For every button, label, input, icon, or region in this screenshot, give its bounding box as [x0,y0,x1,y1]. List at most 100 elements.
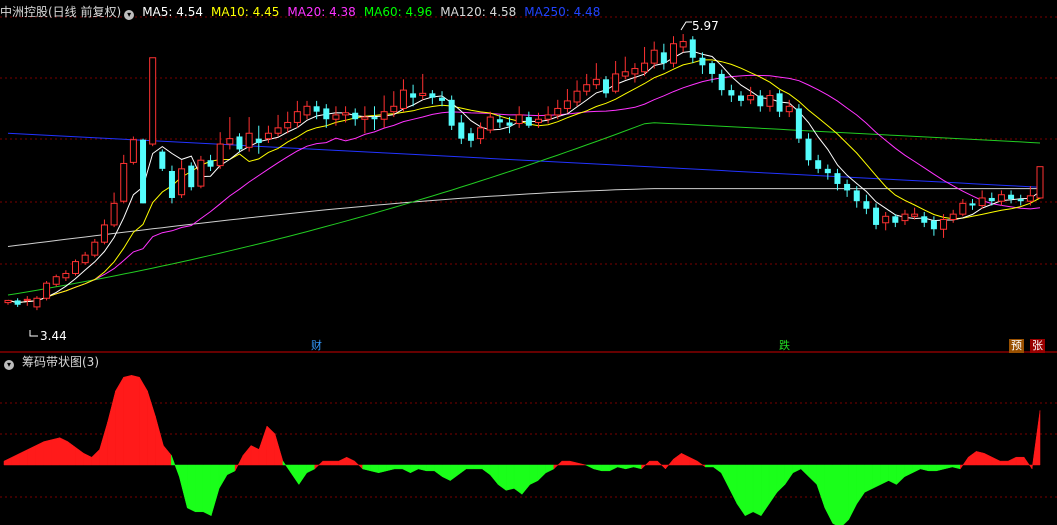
candle-body [873,207,880,225]
chip-band-segment [792,464,802,474]
chip-band-segment [569,460,579,466]
chip-band-segment [155,416,164,466]
chip-band-segment [27,445,37,466]
chip-band-segment [824,464,834,524]
candle-body [583,84,591,92]
chip-band-segment [928,464,937,472]
chip-band-segment [848,464,857,520]
chip-band-segment [67,441,76,466]
event-tag-drop[interactable]: 跌 [777,339,792,353]
candle-body [930,220,937,230]
candle-body [978,197,986,207]
candle-body [949,213,957,221]
chip-band-segment [131,374,140,466]
chip-band-segment [290,464,300,486]
chip-band-segment [354,460,363,470]
candle-body [544,114,552,120]
candle-body [62,272,70,279]
chip-band-segment [577,462,586,466]
candle-body [959,202,967,215]
chip-band-segment [649,460,658,466]
candle-body [352,112,359,120]
candle-body [795,108,802,139]
candle-body [188,165,195,188]
chip-band-segment [800,464,810,478]
candle-body [410,93,417,98]
candle-body [892,216,899,223]
chip-band-segment [912,464,921,474]
ma120-value: MA120: 4.58 [440,5,517,19]
candle-body [91,241,99,256]
event-tag-earnings[interactable]: 财 [309,339,324,353]
candle-body [699,57,706,66]
candle-body [458,122,465,139]
chip-band-segment [537,464,547,482]
chip-band-segment [386,464,395,472]
chip-band-segment [768,464,778,505]
high-price-label: 5.97 [692,19,719,33]
candle-body [554,107,562,116]
chip-band-segment [983,452,993,466]
candle-body [921,216,928,223]
chip-band-segment [991,456,1001,466]
low-marker [29,330,38,337]
candle-body [448,99,455,126]
chip-band-segment [3,456,13,466]
chip-band-segment [720,464,730,489]
ma60-line [7,122,1041,296]
dropdown-arrow-icon[interactable]: ▾ [124,10,135,20]
candle-body [216,143,224,167]
candlestick-chart[interactable] [0,0,1057,525]
candle-body [506,122,513,126]
chip-band-segment [171,455,180,477]
candle-body [399,89,407,109]
chip-band-segment [274,433,284,466]
candle-body [834,173,841,184]
chip-band-segment [888,464,897,485]
main-panel-header: 中洲控股(日线 前复权) ▾ MA5: 4.54 MA10: 4.45 MA20: 4.… [0,2,608,22]
candle-body [901,213,909,222]
candle-body [264,132,272,140]
chip-band-segment [736,464,746,517]
chip-band-segment [728,464,738,505]
chip-band-segment [163,444,172,466]
candle-body [805,138,812,161]
chip-band-segment [944,464,953,470]
chip-band-segment [35,441,45,466]
chip-band-segment [179,464,188,508]
candle-body [4,299,12,304]
candle-body [709,63,716,74]
candle-body [940,219,948,230]
chip-band-segment [545,464,555,474]
chip-band-segment [115,376,124,466]
candle-body [496,119,503,123]
candle-body [969,203,976,206]
chip-band-segment [872,464,881,489]
event-tag-forecast[interactable]: 预 [1009,339,1024,353]
chip-band-segment [864,464,873,493]
candle-body [650,49,658,64]
chip-band-segment [83,452,92,466]
chip-band-segment [418,464,427,472]
chip-band-segment [840,464,849,525]
event-tag-rise[interactable]: 张 [1030,339,1045,353]
chip-band-segment [450,464,459,482]
chip-band-segment [250,445,260,466]
chip-band-segment [402,464,411,474]
candle-body [361,116,369,120]
chip-band-segment [585,464,594,470]
chip-band-segment [513,464,523,495]
candle-body [178,168,186,196]
chip-band-segment [266,425,276,466]
candle-body [853,190,860,202]
dropdown-arrow-icon[interactable]: ▾ [4,360,14,370]
candle-body [23,298,31,301]
chip-band-segment [481,464,491,476]
chip-band-segment [856,464,865,505]
chip-band-segment [187,464,196,513]
candle-body [1008,194,1015,200]
chip-band-segment [210,464,220,516]
chip-band-segment [234,455,244,471]
candle-body [669,43,677,64]
chip-band-segment [784,464,794,486]
